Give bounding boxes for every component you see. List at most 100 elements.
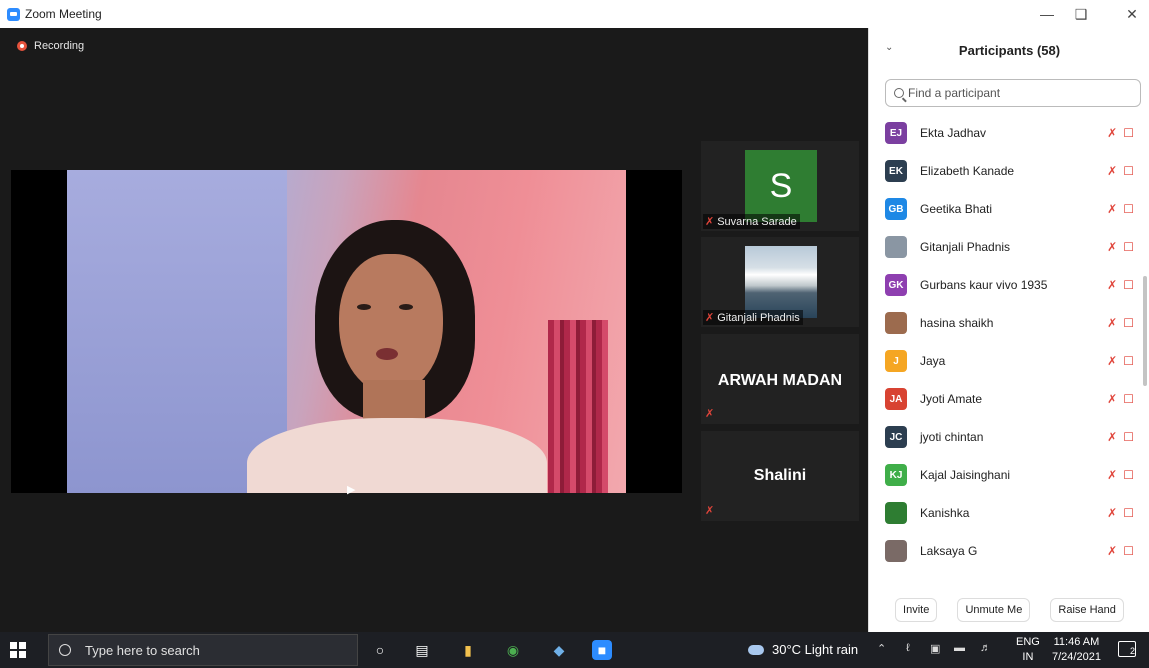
participant-row[interactable]: hasina shaikh ✗ ☐ xyxy=(869,304,1149,342)
panel-header: ⌄ Participants (58) xyxy=(869,28,1149,72)
video-off-icon: ☐ xyxy=(1123,164,1134,178)
mic-muted-icon: ✗ xyxy=(1107,316,1118,330)
mic-muted-icon: ✗ xyxy=(705,408,715,420)
search-icon xyxy=(894,88,904,98)
avatar xyxy=(885,502,907,524)
language-indicator[interactable]: ENG IN xyxy=(1016,635,1040,665)
video-off-icon: ☐ xyxy=(1123,240,1134,254)
unmute-me-button[interactable]: Unmute Me xyxy=(957,598,1031,622)
participant-row[interactable]: GK Gurbans kaur vivo 1935 ✗ ☐ xyxy=(869,266,1149,304)
chevron-up-icon[interactable]: ⌃ xyxy=(877,642,886,655)
participant-name: Gitanjali Phadnis xyxy=(920,240,1011,254)
pen-icon[interactable]: ℓ xyxy=(906,642,910,654)
avatar xyxy=(885,540,907,562)
scrollbar[interactable] xyxy=(1143,276,1147,386)
taskbar-search-input[interactable]: Type here to search xyxy=(48,634,358,666)
recording-label: Recording xyxy=(34,40,85,52)
participant-row[interactable]: Gitanjali Phadnis ✗ ☐ xyxy=(869,228,1149,266)
participant-row[interactable]: KJ Kajal Jaisinghani ✗ ☐ xyxy=(869,456,1149,494)
participant-name: Elizabeth Kanade xyxy=(920,164,1015,178)
mic-muted-icon: ✗ xyxy=(1107,468,1118,482)
mic-muted-icon: ✗ xyxy=(705,505,715,517)
video-stage: Recording ▶ S ✗ Suvarna Sarade ✗ Gitanja… xyxy=(0,28,868,632)
windows-taskbar: Type here to search ○ ▤ ▮ ◉ ◆ ■ 30°C Lig… xyxy=(0,632,1149,668)
participant-name: Jyoti Amate xyxy=(920,392,983,406)
invite-button[interactable]: Invite xyxy=(895,598,938,622)
recording-indicator[interactable]: Recording xyxy=(17,40,84,52)
minimize-icon[interactable]: — xyxy=(1030,0,1064,28)
participant-row[interactable]: J Jaya ✗ ☐ xyxy=(869,342,1149,380)
title-bar: Zoom Meeting — ❑ ✕ xyxy=(0,0,1149,28)
participant-name-display: ARWAH MADAN xyxy=(717,372,843,389)
participant-name: Kajal Jaisinghani xyxy=(920,468,1011,482)
mic-muted-icon: ✗ xyxy=(1107,164,1118,178)
participant-thumbnail[interactable]: ✗ Gitanjali Phadnis xyxy=(701,237,859,327)
mic-muted-icon: ✗ xyxy=(705,216,715,228)
mic-muted-icon: ✗ xyxy=(1107,202,1118,216)
mic-muted-icon: ✗ xyxy=(1107,354,1118,368)
panel-title: Participants (58) xyxy=(958,42,1061,58)
name-tag: ✗ Gitanjali Phadnis xyxy=(703,310,803,325)
raise-hand-button[interactable]: Raise Hand xyxy=(1050,598,1124,622)
cortana-icon[interactable]: ○ xyxy=(370,640,390,660)
mic-muted-icon: ✗ xyxy=(1107,240,1118,254)
video-off-icon: ☐ xyxy=(1123,430,1134,444)
avatar: EJ xyxy=(885,122,907,144)
windows-start-icon[interactable] xyxy=(10,642,26,658)
notification-icon[interactable]: 2 xyxy=(1118,641,1136,657)
mouse-cursor-icon: ▶ xyxy=(347,484,356,496)
task-view-icon[interactable]: ▤ xyxy=(412,640,432,660)
avatar: S xyxy=(745,150,817,222)
zoom-app-icon xyxy=(7,7,20,21)
video-off-icon: ☐ xyxy=(1123,354,1134,368)
search-icon xyxy=(59,644,71,656)
participant-row[interactable]: EK Elizabeth Kanade ✗ ☐ xyxy=(869,152,1149,190)
restore-icon[interactable]: ❑ xyxy=(1064,0,1098,28)
participant-row[interactable]: Kanishka ✗ ☐ xyxy=(869,494,1149,532)
avatar: EK xyxy=(885,160,907,182)
video-off-icon: ☐ xyxy=(1123,278,1134,292)
participant-name: Kanishka xyxy=(920,506,970,520)
participants-panel: ⌄ Participants (58) Find a participant E… xyxy=(868,28,1149,632)
participant-row[interactable]: JC jyoti chintan ✗ ☐ xyxy=(869,418,1149,456)
mic-muted-icon: ✗ xyxy=(1107,506,1118,520)
participant-thumbnail[interactable]: ARWAH MADAN ✗ xyxy=(701,334,859,424)
video-off-icon: ☐ xyxy=(1123,392,1134,406)
avatar: KJ xyxy=(885,464,907,486)
profile-photo xyxy=(745,246,817,318)
avatar: GK xyxy=(885,274,907,296)
chrome-icon[interactable]: ◉ xyxy=(503,640,523,660)
participant-name: Laksaya G xyxy=(920,544,978,558)
participant-row[interactable]: JA Jyoti Amate ✗ ☐ xyxy=(869,380,1149,418)
panel-footer: Invite Unmute Me Raise Hand xyxy=(869,595,1149,625)
participant-row[interactable]: Laksaya G ✗ ☐ xyxy=(869,532,1149,570)
participant-search-input[interactable]: Find a participant xyxy=(885,79,1141,107)
volume-icon[interactable]: ♬ xyxy=(980,642,991,654)
mic-muted-icon: ✗ xyxy=(705,312,715,324)
window-title: Zoom Meeting xyxy=(25,7,102,21)
video-off-icon: ☐ xyxy=(1123,316,1134,330)
weather-widget[interactable]: 30°C Light rain xyxy=(748,642,858,657)
participant-name: jyoti chintan xyxy=(920,430,984,444)
participant-list[interactable]: EJ Ekta Jadhav ✗ ☐ EK Elizabeth Kanade ✗ ☐ GB Gee… xyxy=(869,114,1149,584)
app-icon[interactable]: ◆ xyxy=(549,640,569,660)
name-tag: ✗ Suvarna Sarade xyxy=(703,214,800,229)
participant-name: hasina shaikh xyxy=(920,316,994,330)
zoom-window: Zoom Meeting — ❑ ✕ Recording ▶ S ✗ Suvar… xyxy=(0,0,1149,632)
close-icon[interactable]: ✕ xyxy=(1115,0,1149,28)
mic-muted-icon: ✗ xyxy=(1107,430,1118,444)
file-explorer-icon[interactable]: ▮ xyxy=(458,640,478,660)
clock[interactable]: 11:46 AM 7/24/2021 xyxy=(1052,635,1101,665)
participant-thumbnail[interactable]: Shalini ✗ xyxy=(701,431,859,521)
participant-row[interactable]: GB Geetika Bhati ✗ ☐ xyxy=(869,190,1149,228)
participant-row[interactable]: EJ Ekta Jadhav ✗ ☐ xyxy=(869,114,1149,152)
zoom-taskbar-icon[interactable]: ■ xyxy=(592,640,612,660)
battery-icon[interactable]: ▬ xyxy=(954,642,965,654)
avatar: JA xyxy=(885,388,907,410)
video-off-icon: ☐ xyxy=(1123,506,1134,520)
active-speaker-video[interactable] xyxy=(11,170,682,493)
avatar: JC xyxy=(885,426,907,448)
participant-thumbnail[interactable]: S ✗ Suvarna Sarade xyxy=(701,141,859,231)
meet-now-icon[interactable]: ▣ xyxy=(930,642,940,655)
chevron-down-icon[interactable]: ⌄ xyxy=(885,42,893,53)
